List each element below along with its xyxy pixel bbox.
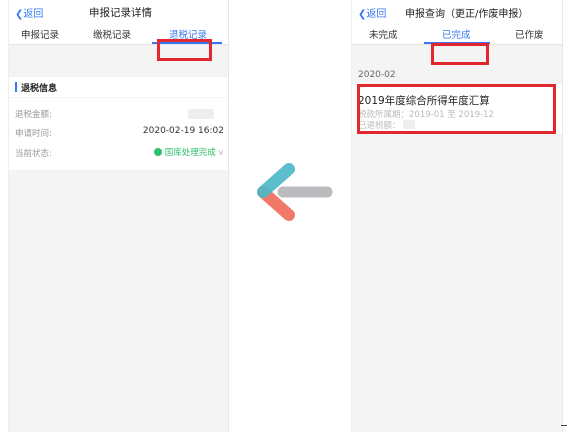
tab-declaration-records[interactable]: 申报记录: [21, 27, 59, 41]
top-bar: ❮返回 申报查询（更正/作废申报）: [352, 0, 562, 22]
section-accent-bar: [15, 82, 17, 92]
chevron-down-icon: ∨: [217, 148, 224, 158]
highlight-box: [431, 43, 489, 65]
refund-info-header: 退税信息: [9, 77, 228, 97]
current-status[interactable]: 国库处理完成 ∨: [153, 146, 224, 158]
back-button[interactable]: ❮返回: [358, 5, 386, 20]
refund-info-panel: 退税金额: 申请时间: 2020-02-19 16:02 当前状态: 国库处理完…: [9, 98, 228, 170]
tab-voided[interactable]: 已作废: [515, 27, 544, 41]
refund-detail-screen: ❮返回 申报记录详情 申报记录 缴税记录 退税记录 退税信息 退税金额: 申请时…: [8, 0, 229, 432]
status-check-icon: [153, 148, 162, 156]
highlight-box: [357, 84, 556, 134]
declaration-query-screen: ❮返回 申报查询（更正/作废申报） 未完成 已完成 已作废 2020-02 20…: [351, 0, 563, 432]
divider: [561, 425, 567, 426]
back-label: 返回: [366, 9, 387, 20]
tab-completed[interactable]: 已完成: [442, 27, 471, 41]
apply-time-label: 申请时间:: [15, 129, 52, 139]
top-bar: ❮返回 申报记录详情: [9, 0, 228, 22]
page-title: 申报查询（更正/作废申报）: [405, 9, 529, 20]
page-title: 申报记录详情: [89, 7, 152, 19]
back-button[interactable]: ❮返回: [15, 5, 43, 20]
back-label: 返回: [23, 9, 44, 20]
current-status-label: 当前状态:: [15, 149, 52, 159]
status-value: 国库处理完成: [164, 148, 216, 158]
highlight-box: [157, 39, 212, 61]
refund-amount-label: 退税金额:: [15, 110, 52, 120]
section-title: 退税信息: [21, 84, 58, 94]
tab-tax-payment-records[interactable]: 缴税记录: [93, 27, 131, 41]
apply-time-value: 2020-02-19 16:02: [142, 126, 224, 136]
tab-incomplete[interactable]: 未完成: [369, 27, 398, 41]
refund-amount-masked: [188, 109, 214, 119]
tab-bar: 未完成 已完成 已作废: [352, 22, 562, 45]
group-date: 2020-02: [358, 70, 396, 80]
left-arrow-icon: [257, 163, 333, 221]
